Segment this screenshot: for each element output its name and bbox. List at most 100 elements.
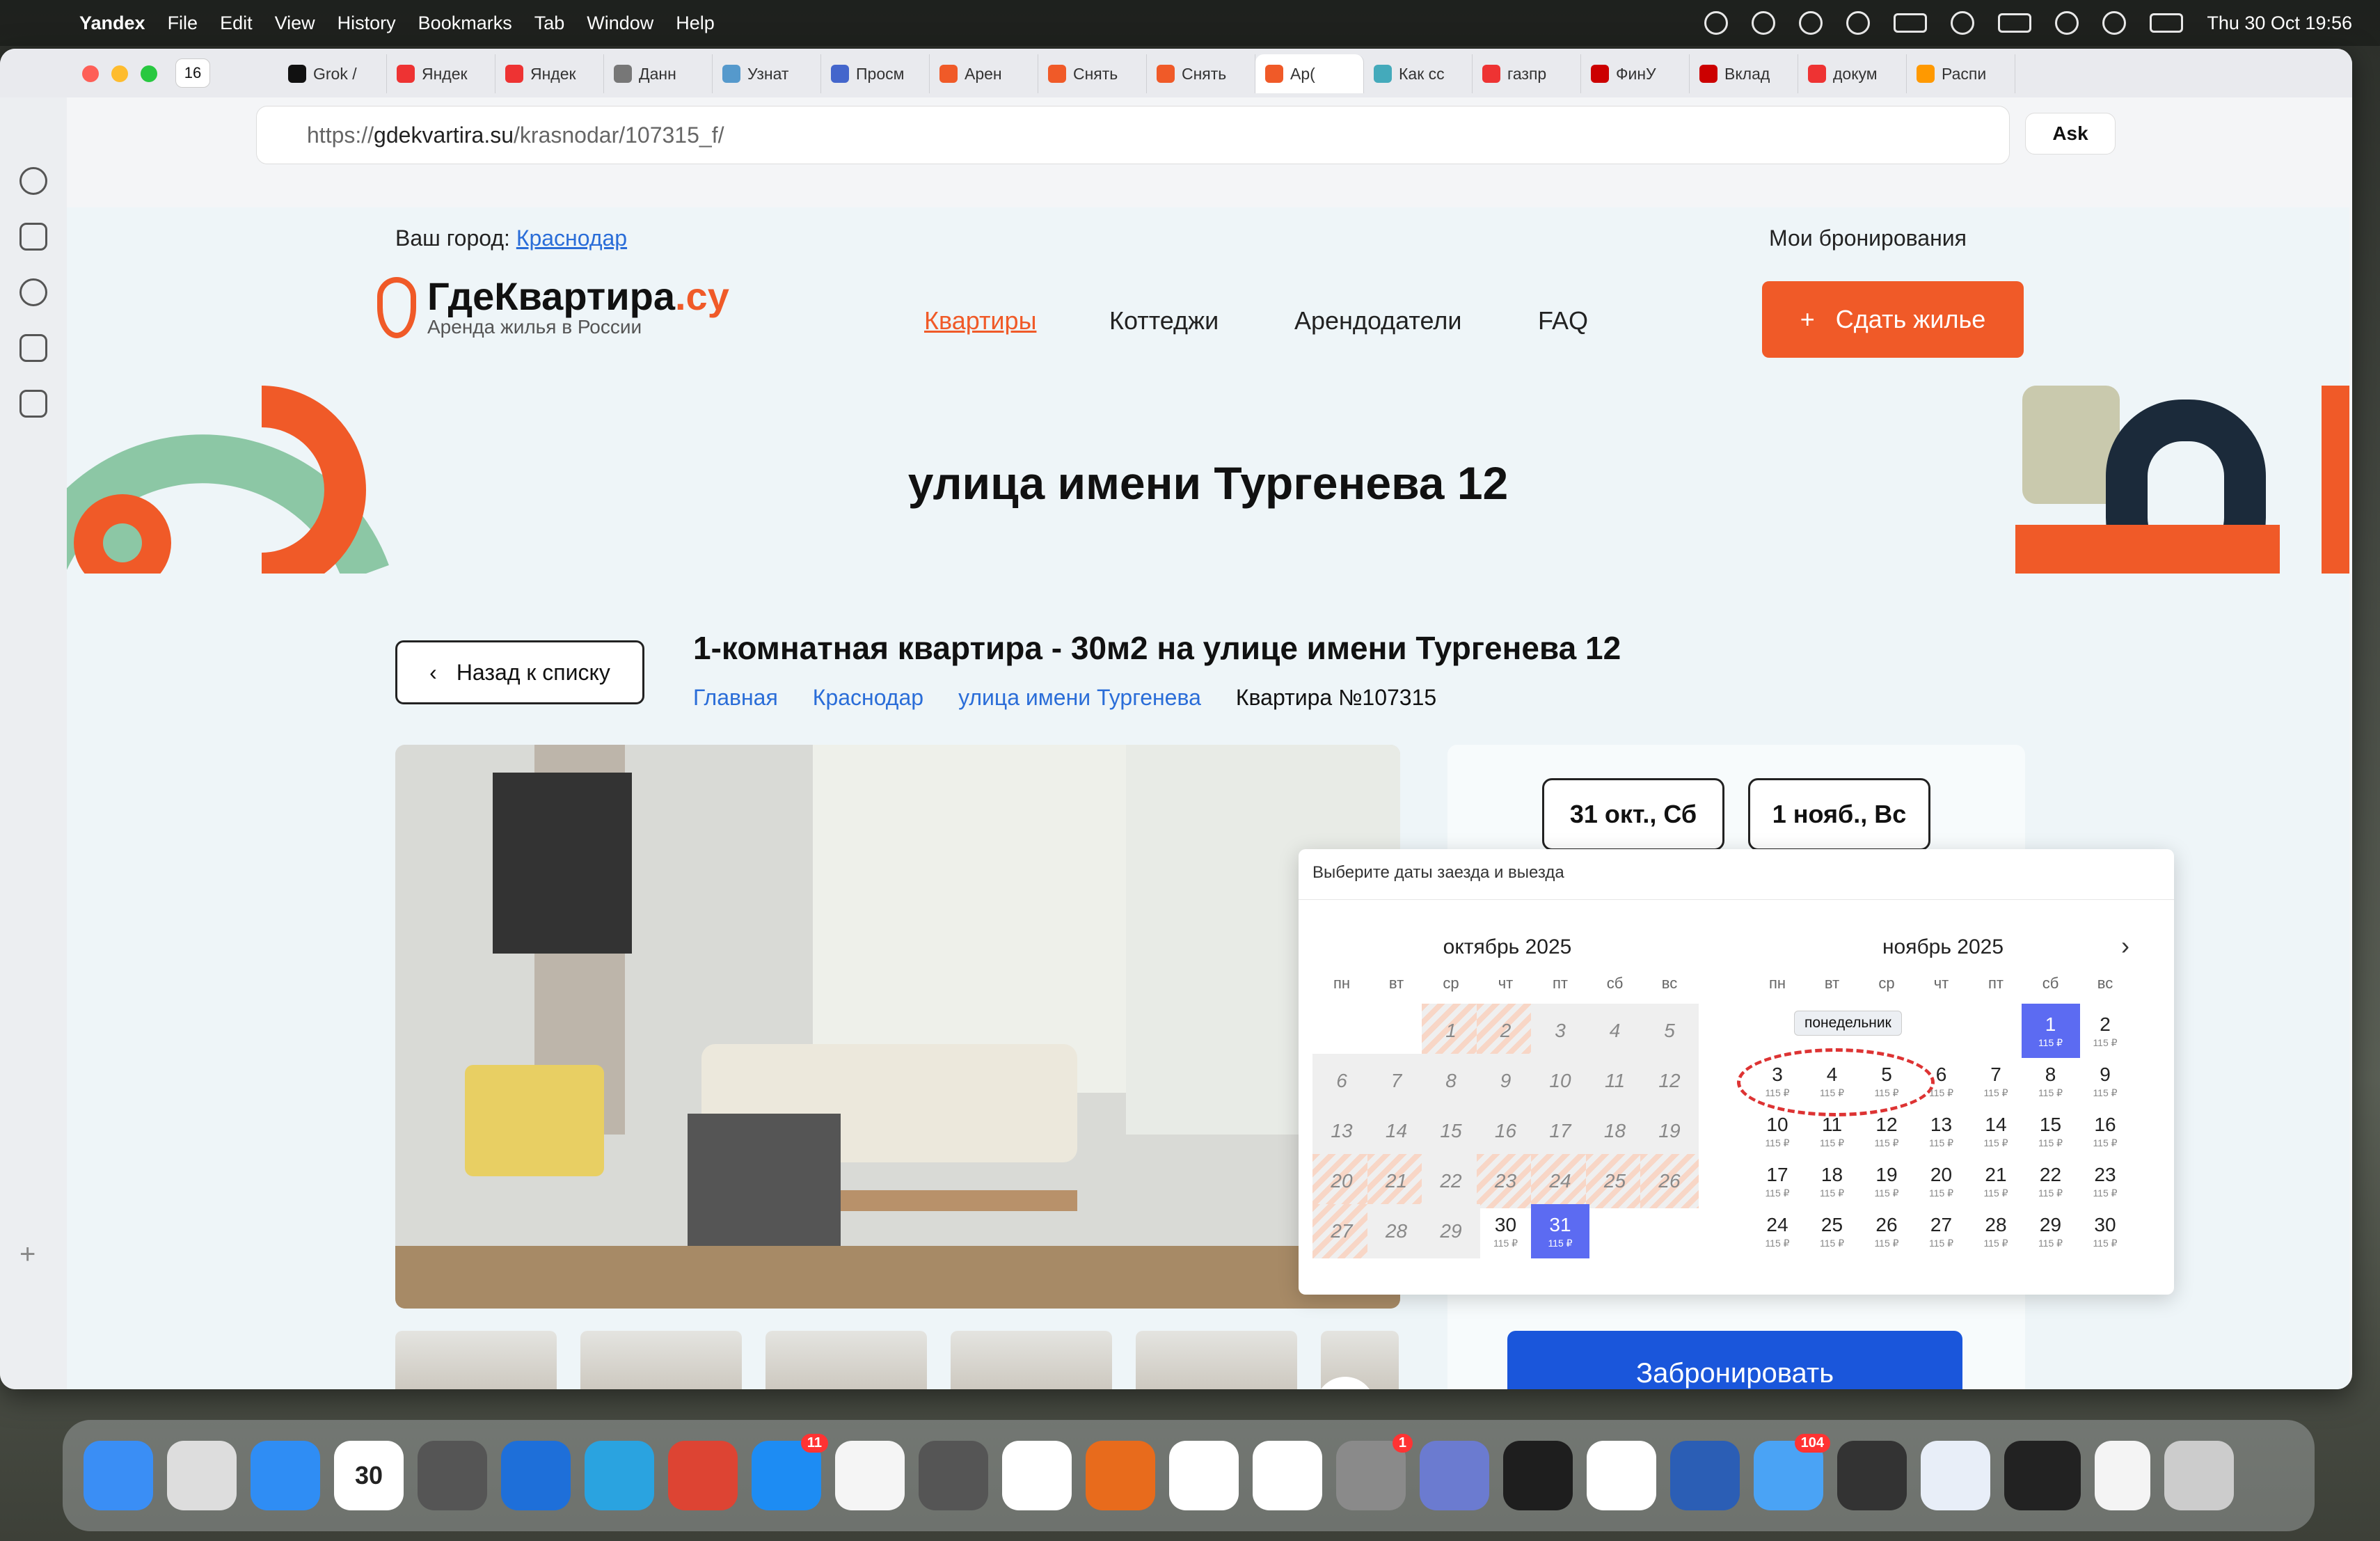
app-store-icon[interactable]: 11	[752, 1434, 828, 1510]
video-icon[interactable]	[19, 278, 47, 306]
calendar-day[interactable]: 2 115 ₽	[2076, 1004, 2134, 1058]
checkin-date[interactable]: 31 окт., Сб	[1542, 778, 1724, 851]
browser-tab[interactable]: докум	[1798, 54, 1907, 93]
photo-thumbnail[interactable]	[395, 1331, 557, 1389]
browser-tab[interactable]: Яндек	[495, 54, 604, 93]
add-icon[interactable]: +	[19, 1239, 47, 1270]
trash-icon[interactable]	[2164, 1441, 2234, 1510]
browser-tab[interactable]: Арен	[930, 54, 1038, 93]
keyboard-layout-icon[interactable]	[1894, 13, 1928, 33]
menu-help[interactable]: Help	[676, 13, 715, 34]
calendar-day[interactable]: 25 115 ₽	[1803, 1204, 1862, 1258]
browser-tab[interactable]: Снять	[1038, 54, 1147, 93]
collections-icon[interactable]	[19, 223, 47, 251]
nav-cottages[interactable]: Коттеджи	[1109, 306, 1219, 335]
calendar-day[interactable]: 6 115 ₽	[1912, 1054, 1971, 1108]
photo-thumbnail[interactable]	[951, 1331, 1112, 1389]
photo-thumbnail[interactable]	[580, 1331, 742, 1389]
calendar-day[interactable]: 20 115 ₽	[1912, 1154, 1971, 1208]
tab-count-button[interactable]: 16	[175, 58, 210, 88]
rocket-icon[interactable]	[1921, 1441, 1990, 1510]
launchpad-icon[interactable]	[167, 1441, 237, 1510]
document-thumbnail[interactable]	[2095, 1441, 2150, 1510]
menu-view[interactable]: View	[275, 13, 315, 34]
telegram-icon[interactable]	[585, 1441, 654, 1510]
safari-icon[interactable]	[251, 1441, 320, 1510]
instruments-icon[interactable]	[1837, 1441, 1907, 1510]
nav-apartments[interactable]: Квартиры	[924, 306, 1036, 335]
calendar-day[interactable]: 18 115 ₽	[1803, 1154, 1862, 1208]
vscode-icon[interactable]	[1587, 1441, 1656, 1510]
calendar-day[interactable]: 16 115 ₽	[2076, 1104, 2134, 1158]
calendar-day[interactable]: 26 115 ₽	[1857, 1204, 1916, 1258]
main-photo[interactable]	[395, 745, 1400, 1309]
word-icon[interactable]	[1670, 1441, 1740, 1510]
calendar-day[interactable]: 1 115 ₽	[2021, 1004, 2080, 1058]
browser-tab[interactable]: Снять	[1147, 54, 1255, 93]
user-icon[interactable]	[2102, 11, 2127, 35]
nav-landlords[interactable]: Арендодатели	[1294, 306, 1461, 335]
address-bar[interactable]: https://gdekvartira.su/krasnodar/107315_…	[256, 106, 2010, 164]
breadcrumb-home[interactable]: Главная	[693, 685, 778, 711]
calendar-day[interactable]: 23 115 ₽	[2076, 1154, 2134, 1208]
menu-window[interactable]: Window	[587, 13, 653, 34]
photo-thumbnail[interactable]	[1136, 1331, 1297, 1389]
battery-icon[interactable]	[1998, 13, 2032, 33]
browser-tab[interactable]: Узнат	[713, 54, 821, 93]
wifi-icon[interactable]	[2055, 11, 2079, 35]
minimize-window-button[interactable]	[111, 65, 128, 82]
tabs-icon[interactable]	[19, 334, 47, 362]
vpn-icon[interactable]	[1002, 1441, 1072, 1510]
calendar-day[interactable]: 22 115 ₽	[2022, 1154, 2080, 1208]
calendar-day[interactable]: 11 115 ₽	[1803, 1104, 1862, 1158]
maximize-window-button[interactable]	[141, 65, 157, 82]
menu-bookmarks[interactable]: Bookmarks	[418, 13, 512, 34]
control-center-icon[interactable]	[2150, 13, 2184, 33]
calendar-day[interactable]: 12 115 ₽	[1857, 1104, 1916, 1158]
menu-file[interactable]: File	[168, 13, 198, 34]
browser-tab[interactable]: Распи	[1907, 54, 2015, 93]
calendar-day[interactable]: 31 115 ₽	[1531, 1204, 1589, 1258]
browser-tab[interactable]: Просм	[821, 54, 930, 93]
calculator-icon[interactable]	[418, 1441, 487, 1510]
calendar-icon[interactable]: 30	[334, 1441, 404, 1510]
calendar-day[interactable]: 24 115 ₽	[1748, 1204, 1807, 1258]
calendar-day[interactable]: 29 115 ₽	[2022, 1204, 2080, 1258]
checkout-date[interactable]: 1 нояб., Вс	[1748, 778, 1930, 851]
calendar-day[interactable]: 8 115 ₽	[2022, 1054, 2080, 1108]
yandex-browser-icon[interactable]	[1253, 1441, 1322, 1510]
play-icon[interactable]	[1951, 11, 1975, 35]
system-settings-icon[interactable]: 1	[1336, 1434, 1413, 1510]
status-icon[interactable]	[1752, 11, 1776, 35]
chevron-right-icon[interactable]: ›	[2121, 931, 2129, 961]
browser-tab[interactable]: Как сс	[1364, 54, 1473, 93]
my-bookings-link[interactable]: Мои бронирования	[1769, 226, 1967, 251]
calendar-day[interactable]: 17 115 ₽	[1748, 1154, 1807, 1208]
calendar-day[interactable]: 10 115 ₽	[1748, 1104, 1807, 1158]
city-link[interactable]: Краснодар	[516, 226, 627, 251]
simulator-icon[interactable]	[1420, 1441, 1489, 1510]
browser-tab[interactable]: Вклад	[1690, 54, 1798, 93]
nav-faq[interactable]: FAQ	[1538, 306, 1588, 335]
menu-tab[interactable]: Tab	[534, 13, 565, 34]
screen-app-icon[interactable]	[919, 1441, 988, 1510]
screenshot-icon[interactable]	[19, 390, 47, 418]
browser-tab[interactable]: Яндек	[387, 54, 495, 93]
calendar-day[interactable]: 19 115 ₽	[1857, 1154, 1916, 1208]
telegram-icon[interactable]	[1846, 11, 1871, 35]
book-button[interactable]: Забронировать	[1507, 1331, 1962, 1389]
clock[interactable]: Thu 30 Oct 19:56	[2207, 13, 2352, 34]
browser-tab[interactable]: газпр	[1473, 54, 1581, 93]
calendar-day[interactable]: 7 115 ₽	[1967, 1054, 2025, 1108]
notes-icon[interactable]	[835, 1441, 905, 1510]
menu-app-name[interactable]: Yandex	[79, 13, 145, 34]
close-window-button[interactable]	[82, 65, 99, 82]
list-property-button[interactable]: + Сдать жилье	[1762, 281, 2024, 358]
calendar-day[interactable]: 4 115 ₽	[1803, 1054, 1862, 1108]
status-icon[interactable]	[1799, 11, 1823, 35]
breadcrumb-street[interactable]: улица имени Тургенева	[958, 685, 1201, 711]
photo-thumbnail[interactable]	[765, 1331, 927, 1389]
calendar-day[interactable]: 13 115 ₽	[1912, 1104, 1971, 1158]
thunderbird-icon[interactable]	[501, 1441, 571, 1510]
browser-tab[interactable]: Данн	[604, 54, 713, 93]
